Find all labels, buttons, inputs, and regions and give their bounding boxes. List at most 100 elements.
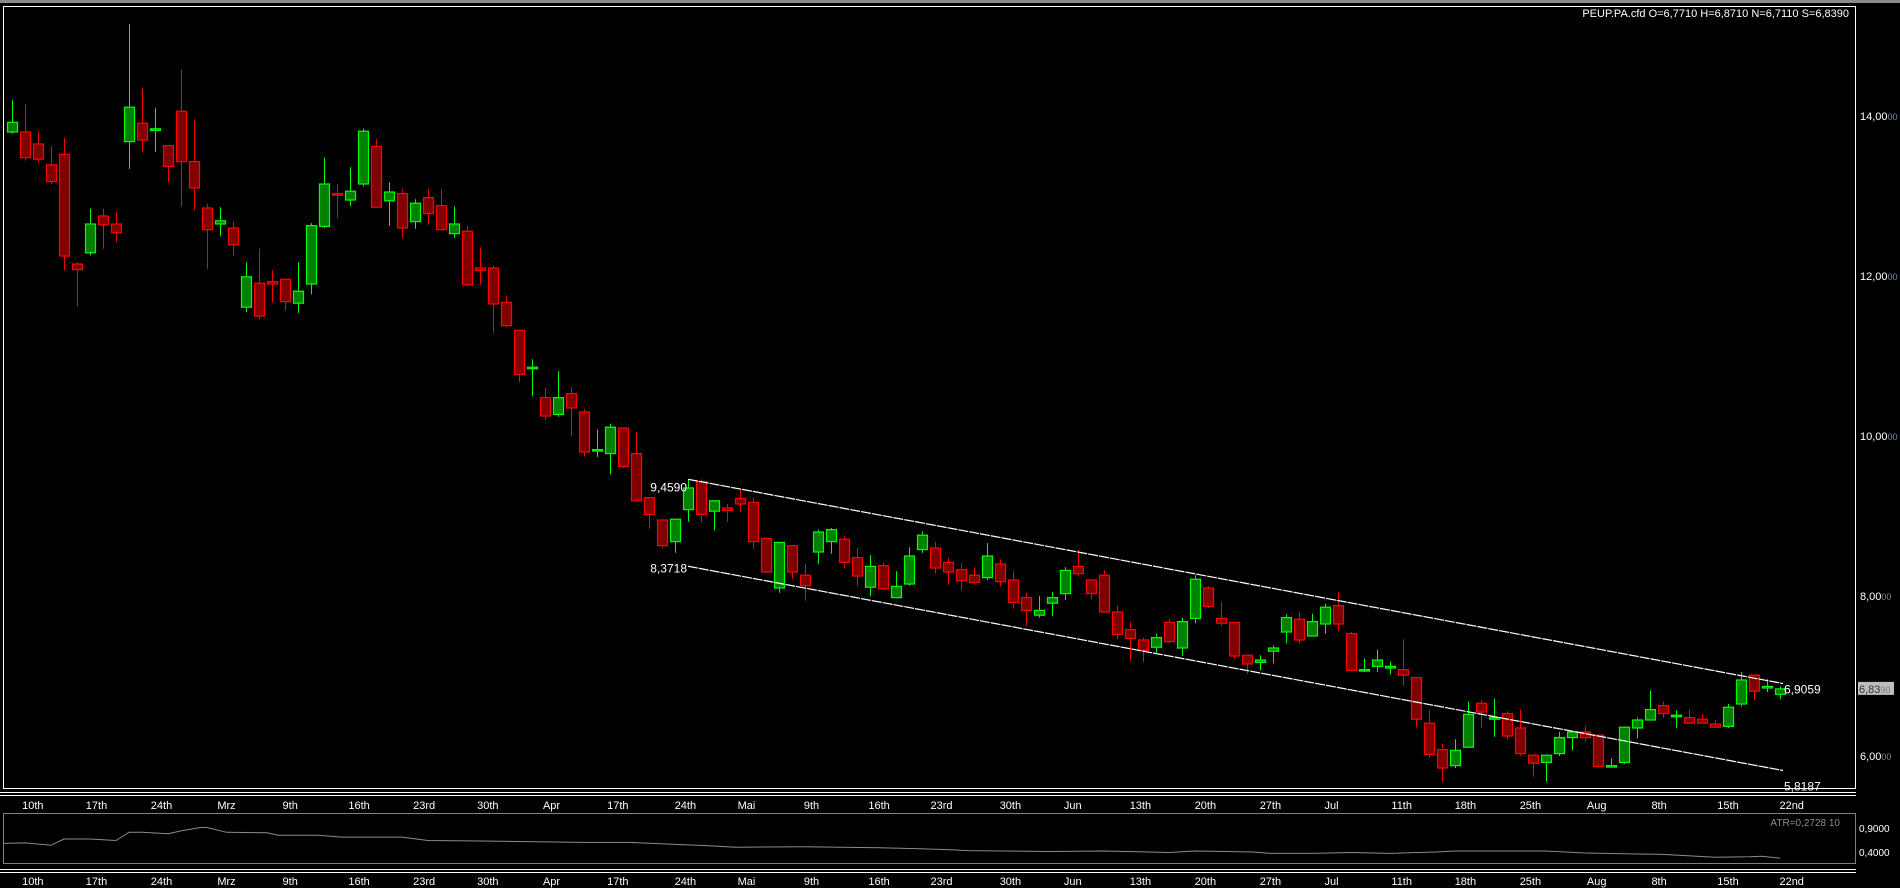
candle-body xyxy=(123,106,136,143)
candle xyxy=(123,24,136,169)
candle-body xyxy=(1371,659,1384,668)
candle-body xyxy=(1683,716,1696,724)
candle-body xyxy=(1007,579,1020,603)
candle-body xyxy=(461,230,474,286)
candle-body xyxy=(1033,609,1046,616)
date-axis-label: 17th xyxy=(86,876,107,888)
candle xyxy=(903,547,916,586)
date-axis-label: 24th xyxy=(675,876,696,888)
candle-body xyxy=(409,202,422,223)
date-axis-label: 10th xyxy=(22,876,43,888)
candle-body xyxy=(1566,731,1579,739)
candle xyxy=(240,262,253,312)
candle-body xyxy=(851,556,864,577)
candle-body xyxy=(162,145,175,168)
candle xyxy=(110,212,123,242)
date-axis-label: 8th xyxy=(1651,800,1666,812)
date-axis-label: Jun xyxy=(1064,876,1082,888)
date-axis-label: 30th xyxy=(1000,876,1021,888)
date-axis-label: 23rd xyxy=(930,876,952,888)
candle-body xyxy=(188,161,201,189)
candle-body xyxy=(1293,618,1306,641)
candle xyxy=(1540,754,1553,782)
candle xyxy=(175,69,188,207)
candle-body xyxy=(1306,620,1319,637)
candle-body xyxy=(214,220,227,225)
candle xyxy=(1306,613,1319,637)
candle xyxy=(1722,704,1735,728)
candle xyxy=(1293,612,1306,644)
candle xyxy=(227,221,240,256)
candle xyxy=(760,537,773,573)
main-plot-frame xyxy=(3,6,1856,789)
channel-upper-end-label: 6,9059 xyxy=(1784,683,1821,697)
channel-lower-line[interactable] xyxy=(687,565,1784,772)
candle-body xyxy=(1761,685,1774,689)
date-axis-label: 27th xyxy=(1260,800,1281,812)
candle-body xyxy=(1488,716,1501,720)
channel-lower-end-label: 5,8187 xyxy=(1784,780,1821,794)
candle xyxy=(45,146,58,184)
candle xyxy=(1670,710,1683,728)
date-axis-label: 11th xyxy=(1391,876,1412,888)
price-axis-label: 8,0000 xyxy=(1860,591,1891,603)
date-axis-label: 9th xyxy=(804,876,819,888)
candle-body xyxy=(565,393,578,409)
candle-body xyxy=(422,197,435,215)
candle xyxy=(214,207,227,236)
candle xyxy=(305,223,318,295)
candle xyxy=(292,262,305,313)
candle-body xyxy=(266,281,279,285)
atr-axis: 0,9000 0,4000 xyxy=(1859,824,1890,859)
candle-body xyxy=(1202,587,1215,607)
candle-body xyxy=(773,541,786,589)
candle-body xyxy=(1215,617,1228,624)
date-axis-label: Jul xyxy=(1324,876,1338,888)
candle xyxy=(279,278,292,311)
candle xyxy=(929,542,942,574)
candle xyxy=(1488,698,1501,737)
date-axis-label: 16th xyxy=(348,876,369,888)
candle xyxy=(1267,645,1280,664)
candle xyxy=(708,500,721,531)
candle-body xyxy=(981,555,994,579)
candlestick-chart[interactable]: 9,4590 8,3718 6,9059 5,8187 PEUP.PA.cfd … xyxy=(0,0,1900,888)
candle xyxy=(1111,605,1124,640)
candle-body xyxy=(1618,726,1631,764)
candle-body xyxy=(175,110,188,163)
candle xyxy=(669,518,682,553)
candle xyxy=(448,206,461,238)
candle-body xyxy=(370,145,383,208)
candle-body xyxy=(1085,579,1098,595)
candle-body xyxy=(890,585,903,599)
channel-lower-start-label: 8,3718 xyxy=(650,561,687,575)
date-axis-label: 11th xyxy=(1391,800,1412,812)
candle xyxy=(825,528,838,554)
candle xyxy=(1371,649,1384,672)
candle xyxy=(734,489,747,512)
date-axis-label: 16th xyxy=(868,800,889,812)
candle xyxy=(526,359,539,396)
candle-body xyxy=(383,191,396,202)
candle-body xyxy=(1735,679,1748,705)
candle xyxy=(461,225,474,287)
candle-body xyxy=(500,301,513,327)
date-axis-label: 25th xyxy=(1520,800,1541,812)
candle xyxy=(539,388,552,420)
candle-body xyxy=(812,531,825,553)
candle xyxy=(1228,621,1241,659)
candle xyxy=(1735,672,1748,707)
candle xyxy=(84,208,97,256)
atr-axis-label: 0,4000 xyxy=(1859,848,1890,859)
candle-body xyxy=(1423,722,1436,756)
candle-body xyxy=(1449,749,1462,767)
candle xyxy=(149,108,162,152)
candle-body xyxy=(253,282,266,317)
candle-body xyxy=(1163,621,1176,643)
date-axis-label: 24th xyxy=(151,800,172,812)
candle-body xyxy=(136,122,149,141)
candle xyxy=(58,137,71,271)
candle xyxy=(773,541,786,593)
price-axis-label: 14,0000 xyxy=(1860,111,1898,123)
candle xyxy=(747,497,760,549)
